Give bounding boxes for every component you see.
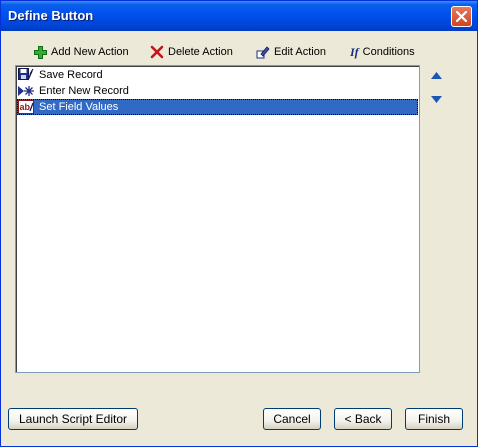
back-button[interactable]: < Back — [334, 408, 392, 430]
list-item-save-record[interactable]: Save Record — [17, 67, 418, 83]
conditions-label: Conditions — [362, 46, 415, 58]
arrow-down-icon — [430, 95, 442, 103]
cancel-label: Cancel — [273, 412, 311, 426]
finish-label: Finish — [417, 412, 450, 426]
add-new-action-button[interactable]: Add New Action — [34, 42, 129, 62]
close-button[interactable] — [451, 6, 472, 27]
delete-action-button[interactable]: Delete Action — [150, 42, 233, 62]
set-field-values-icon: ab — [17, 99, 35, 115]
delete-x-icon — [150, 45, 164, 59]
list-item-label: Save Record — [39, 69, 103, 81]
delete-action-label: Delete Action — [168, 46, 233, 58]
new-record-icon — [17, 83, 35, 99]
svg-text:ab: ab — [20, 102, 31, 112]
cancel-button[interactable]: Cancel — [263, 408, 321, 430]
launch-script-editor-button[interactable]: Launch Script Editor — [8, 408, 138, 430]
close-icon — [456, 11, 467, 22]
finish-button[interactable]: Finish — [405, 408, 463, 430]
if-conditions-icon: If — [350, 44, 359, 59]
plus-icon — [34, 45, 47, 59]
arrow-up-icon — [430, 71, 442, 79]
launch-script-editor-label: Launch Script Editor — [18, 412, 128, 426]
edit-pencil-icon — [256, 46, 270, 59]
conditions-button[interactable]: If Conditions — [350, 42, 415, 62]
move-up-button[interactable] — [429, 69, 443, 81]
move-down-button[interactable] — [429, 93, 443, 105]
list-item-set-field-values[interactable]: ab Set Field Values — [17, 99, 418, 115]
window-title: Define Button — [8, 8, 94, 23]
list-item-label: Enter New Record — [39, 85, 129, 97]
actions-list[interactable]: Save Record Enter New Record ab Set Fiel… — [15, 65, 420, 373]
edit-action-button[interactable]: Edit Action — [256, 42, 326, 62]
save-record-icon — [17, 67, 35, 83]
list-item-label: Set Field Values — [39, 101, 119, 113]
edit-action-label: Edit Action — [274, 46, 326, 58]
title-bar[interactable]: Define Button — [1, 1, 477, 31]
list-item-enter-new-record[interactable]: Enter New Record — [17, 83, 418, 99]
toolbar: Add New Action Delete Action Edit Action… — [1, 42, 477, 62]
back-label: < Back — [344, 412, 382, 426]
add-new-action-label: Add New Action — [51, 46, 129, 58]
define-button-dialog: Define Button Add New Action Delete Acti… — [0, 0, 478, 447]
